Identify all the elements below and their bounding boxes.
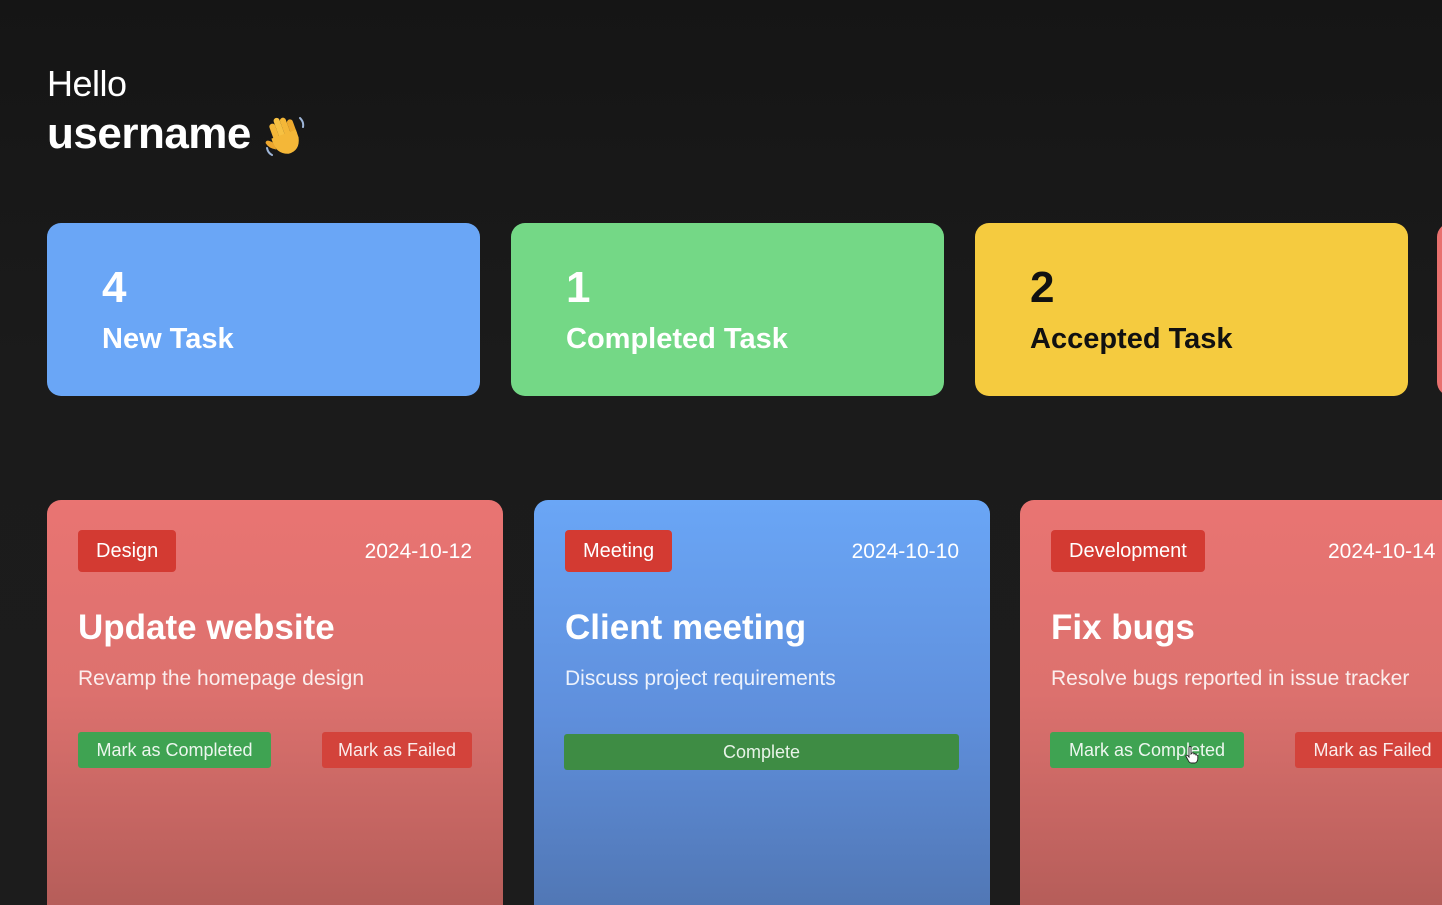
- task-card-update-website: Design 2024-10-12 Update website Revamp …: [47, 500, 503, 905]
- stat-label: Accepted Task: [1030, 323, 1233, 355]
- employee-dashboard: Hello username 4 New Task 1 Completed Ta…: [0, 0, 1442, 905]
- hand-cursor-icon: [1185, 746, 1199, 764]
- stat-card-accepted-task: 2 Accepted Task: [975, 223, 1408, 396]
- greeting-header: Hello username: [47, 62, 309, 160]
- stat-label: Completed Task: [566, 323, 788, 355]
- task-category-badge: Development: [1051, 530, 1205, 572]
- task-date: 2024-10-12: [364, 540, 472, 563]
- task-description: Discuss project requirements: [565, 667, 836, 690]
- mark-completed-button[interactable]: Mark as Completed: [78, 732, 271, 768]
- greeting-hello: Hello: [47, 63, 127, 104]
- task-card-fix-bugs: Development 2024-10-14 Fix bugs Resolve …: [1020, 500, 1442, 905]
- stat-card-partial: [1437, 223, 1442, 396]
- task-category-badge: Design: [78, 530, 177, 572]
- task-category-badge: Meeting: [565, 530, 673, 572]
- username-label: username: [47, 109, 251, 158]
- mark-failed-button[interactable]: Mark as Failed: [322, 732, 472, 768]
- task-date: 2024-10-10: [851, 540, 959, 563]
- stat-card-completed-task: 1 Completed Task: [511, 223, 944, 396]
- stat-count: 2: [1030, 263, 1055, 312]
- task-card-client-meeting: Meeting 2024-10-10 Client meeting Discus…: [534, 500, 990, 905]
- task-title: Client meeting: [565, 608, 807, 647]
- stat-count: 1: [566, 263, 591, 312]
- stat-count: 4: [102, 263, 127, 312]
- mark-completed-button[interactable]: Mark as Completed: [1050, 732, 1244, 768]
- complete-button[interactable]: Complete: [564, 734, 959, 770]
- task-title: Update website: [78, 608, 335, 647]
- stat-card-new-task: 4 New Task: [47, 223, 480, 396]
- task-description: Revamp the homepage design: [78, 667, 365, 690]
- greeting-user-row: username: [47, 108, 309, 160]
- task-date: 2024-10-14: [1328, 540, 1436, 563]
- waving-hand-icon: [265, 117, 305, 156]
- task-title: Fix bugs: [1051, 608, 1195, 647]
- mark-failed-button[interactable]: Mark as Failed: [1295, 732, 1442, 768]
- stat-label: New Task: [102, 323, 234, 355]
- task-description: Resolve bugs reported in issue tracker: [1051, 667, 1410, 690]
